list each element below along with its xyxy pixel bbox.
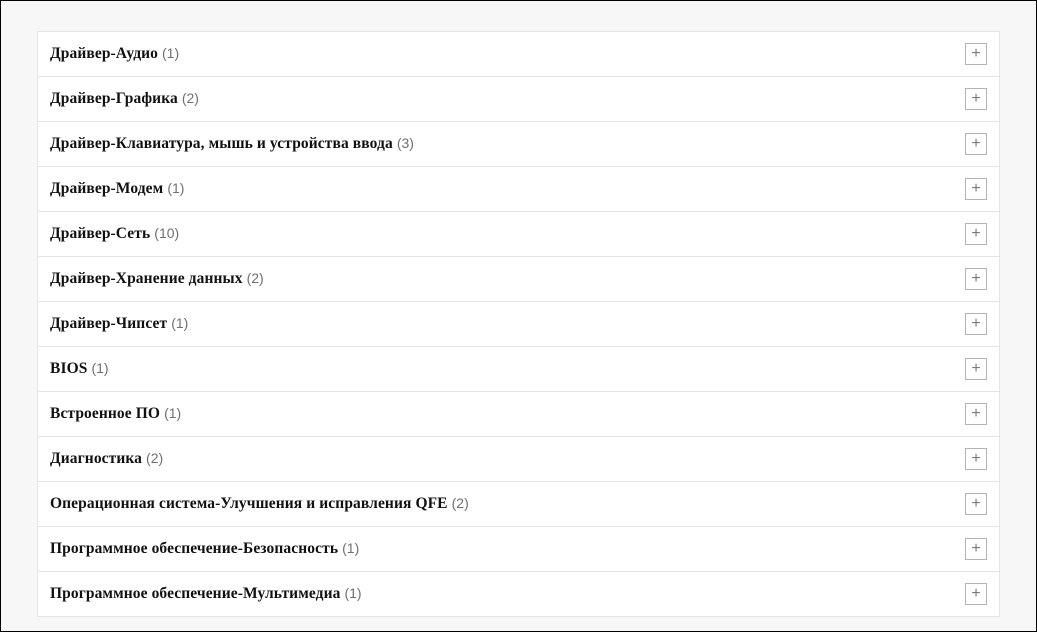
accordion-row[interactable]: Программное обеспечение-Безопасность(1) + [38, 527, 999, 572]
plus-icon: + [971, 226, 980, 242]
category-title: Драйвер-Чипсет [50, 315, 167, 333]
category-count: (2) [182, 90, 199, 106]
row-label: Драйвер-Хранение данных(2) [50, 270, 264, 288]
driver-list-container: Драйвер-Аудио(1)+Драйвер-Графика(2)+Драй… [0, 0, 1037, 632]
plus-icon: + [971, 91, 980, 107]
category-title: Программное обеспечение-Мультимедиа [50, 585, 340, 603]
plus-icon: + [971, 46, 980, 62]
row-label: Драйвер-Модем(1) [50, 180, 184, 198]
accordion-row[interactable]: Программное обеспечение-Мультимедиа(1) + [38, 572, 999, 616]
category-title: Диагностика [50, 450, 142, 468]
expand-button[interactable]: + [965, 313, 987, 335]
category-title: Драйвер-Модем [50, 180, 163, 198]
accordion-row[interactable]: BIOS(1) + [38, 347, 999, 392]
row-label: Драйвер-Сеть(10) [50, 225, 179, 243]
category-title: Драйвер-Сеть [50, 225, 150, 243]
accordion-row[interactable]: Операционная система-Улучшения и исправл… [38, 482, 999, 527]
category-count: (1) [342, 540, 359, 556]
accordion-row[interactable]: Драйвер-Модем(1) + [38, 167, 999, 212]
expand-button[interactable]: + [965, 133, 987, 155]
expand-button[interactable]: + [965, 43, 987, 65]
row-label: Диагностика(2) [50, 450, 163, 468]
accordion-row[interactable]: Драйвер-Клавиатура, мышь и устройства вв… [38, 122, 999, 167]
row-label: Драйвер-Клавиатура, мышь и устройства вв… [50, 135, 414, 153]
category-title: Встроенное ПО [50, 405, 160, 423]
plus-icon: + [971, 406, 980, 422]
plus-icon: + [971, 586, 980, 602]
category-count: (3) [397, 135, 414, 151]
row-label: Операционная система-Улучшения и исправл… [50, 495, 469, 513]
row-label: BIOS(1) [50, 360, 109, 378]
category-title: Драйвер-Клавиатура, мышь и устройства вв… [50, 135, 393, 153]
expand-button[interactable]: + [965, 583, 987, 605]
expand-button[interactable]: + [965, 223, 987, 245]
row-label: Драйвер-Чипсет(1) [50, 315, 188, 333]
expand-button[interactable]: + [965, 538, 987, 560]
category-title: BIOS [50, 360, 87, 378]
category-title: Драйвер-Аудио [50, 45, 158, 63]
category-count: (2) [452, 495, 469, 511]
row-label: Встроенное ПО(1) [50, 405, 181, 423]
plus-icon: + [971, 271, 980, 287]
expand-button[interactable]: + [965, 448, 987, 470]
accordion-row[interactable]: Драйвер-Аудио(1) + [38, 32, 999, 77]
category-count: (10) [154, 225, 179, 241]
accordion-row[interactable]: Драйвер-Хранение данных(2) + [38, 257, 999, 302]
plus-icon: + [971, 451, 980, 467]
row-label: Программное обеспечение-Безопасность(1) [50, 540, 359, 558]
row-label: Драйвер-Аудио(1) [50, 45, 179, 63]
row-label: Программное обеспечение-Мультимедиа(1) [50, 585, 362, 603]
category-count: (1) [91, 360, 108, 376]
plus-icon: + [971, 541, 980, 557]
expand-button[interactable]: + [965, 178, 987, 200]
plus-icon: + [971, 361, 980, 377]
category-count: (1) [167, 180, 184, 196]
category-title: Программное обеспечение-Безопасность [50, 540, 338, 558]
category-count: (1) [164, 405, 181, 421]
plus-icon: + [971, 316, 980, 332]
category-title: Драйвер-Хранение данных [50, 270, 243, 288]
plus-icon: + [971, 496, 980, 512]
expand-button[interactable]: + [965, 358, 987, 380]
accordion-row[interactable]: Драйвер-Чипсет(1) + [38, 302, 999, 347]
category-title: Драйвер-Графика [50, 90, 178, 108]
accordion-row[interactable]: Драйвер-Сеть(10) + [38, 212, 999, 257]
accordion: Драйвер-Аудио(1)+Драйвер-Графика(2)+Драй… [37, 31, 1000, 617]
expand-button[interactable]: + [965, 493, 987, 515]
category-title: Операционная система-Улучшения и исправл… [50, 495, 448, 513]
plus-icon: + [971, 181, 980, 197]
expand-button[interactable]: + [965, 88, 987, 110]
category-count: (1) [171, 315, 188, 331]
category-count: (1) [344, 585, 361, 601]
row-label: Драйвер-Графика(2) [50, 90, 199, 108]
accordion-row[interactable]: Драйвер-Графика(2) + [38, 77, 999, 122]
category-count: (2) [247, 270, 264, 286]
expand-button[interactable]: + [965, 403, 987, 425]
accordion-row[interactable]: Диагностика(2) + [38, 437, 999, 482]
plus-icon: + [971, 136, 980, 152]
category-count: (1) [162, 45, 179, 61]
category-count: (2) [146, 450, 163, 466]
expand-button[interactable]: + [965, 268, 987, 290]
accordion-row[interactable]: Встроенное ПО(1) + [38, 392, 999, 437]
